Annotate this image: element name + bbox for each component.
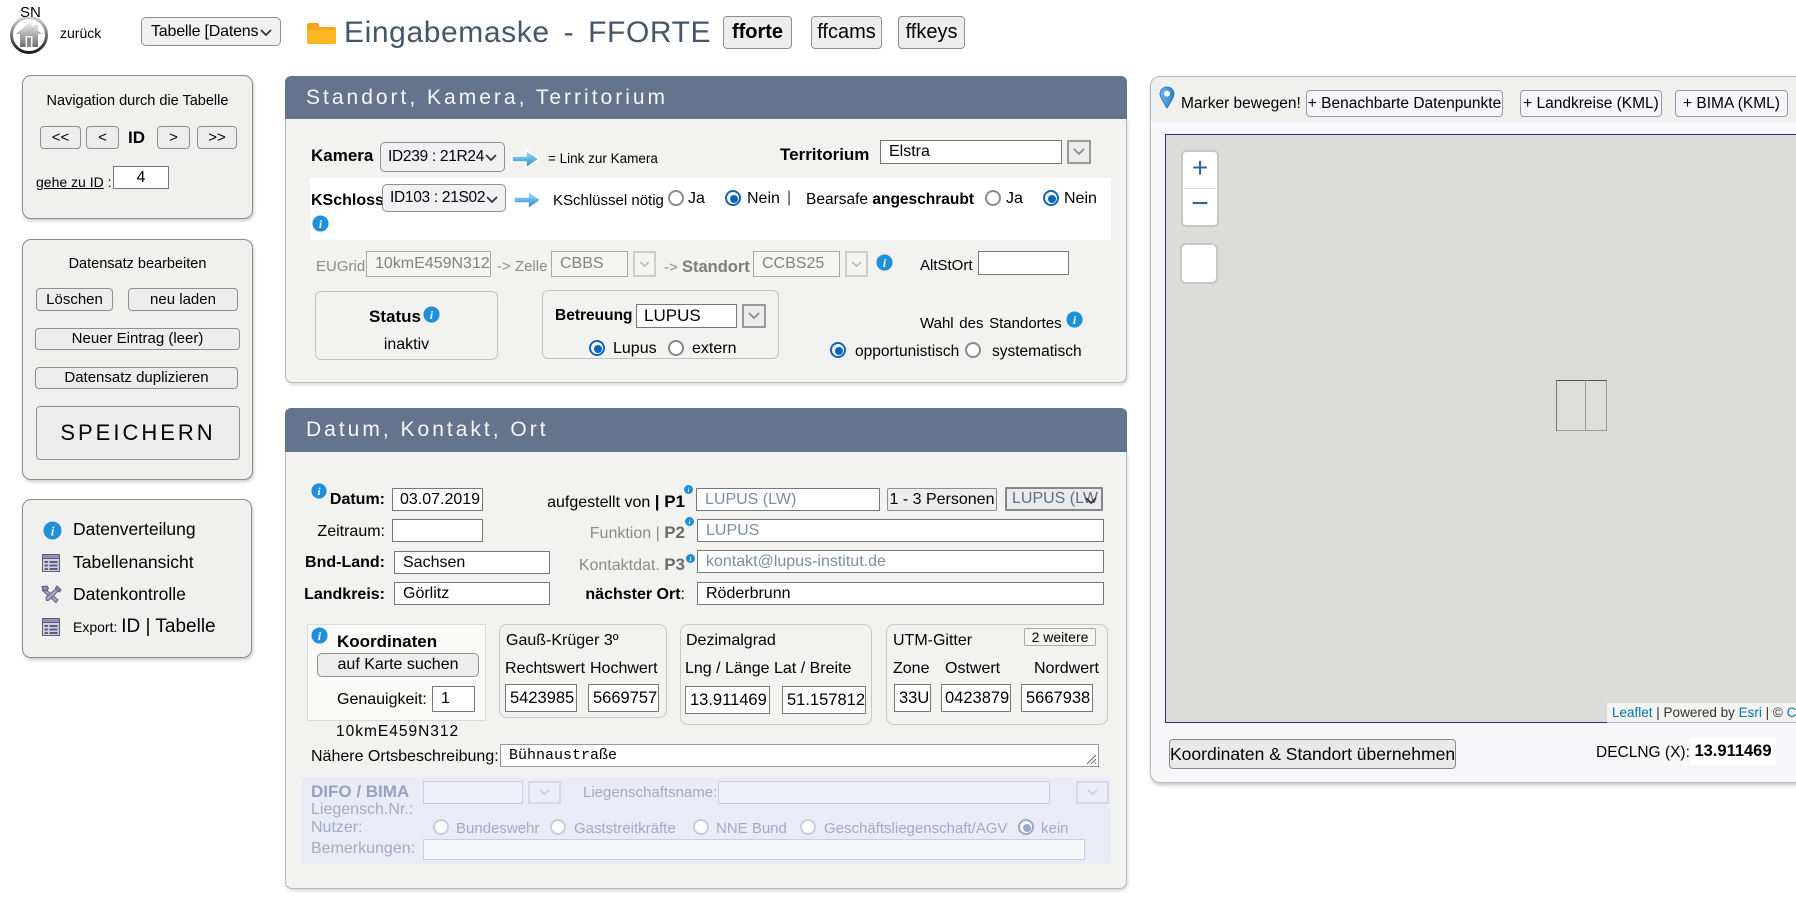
svg-text:i: i [51, 524, 55, 539]
svg-text:i: i [690, 557, 692, 563]
svg-text:i: i [688, 488, 690, 494]
svg-text:i: i [689, 520, 691, 526]
